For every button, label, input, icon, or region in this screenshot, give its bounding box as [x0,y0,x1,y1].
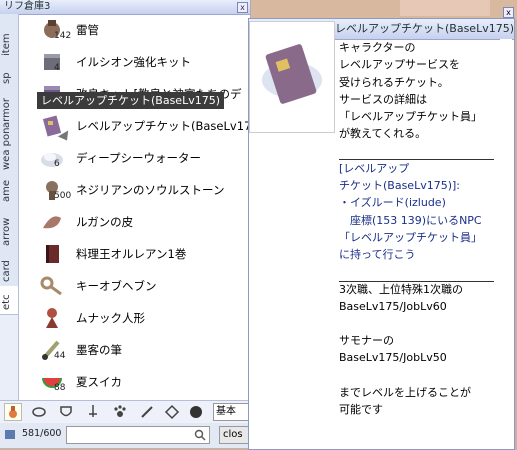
item-count: 581/600 [22,428,62,439]
item-image [249,21,335,133]
item-tooltip: レベルアップチケット(BaseLv175) [37,92,225,109]
description-scrollbar[interactable] [500,39,512,447]
ticket-image-icon [262,44,322,104]
tab-etc[interactable]: etc [0,286,18,315]
tab-arrow[interactable]: arrow [0,206,18,253]
storage-title: リフ倉庫3 [4,1,51,12]
doll-icon [46,308,58,328]
divider [339,281,494,282]
background-game-scene [250,0,517,20]
list-item[interactable]: キーオブヘブン [19,270,250,302]
description-title: レベルアップチケット(BaseLv175) [335,22,515,35]
paw-icon[interactable] [112,404,128,420]
list-item[interactable]: 料理王オルレアン1巻 [19,238,250,270]
list-item[interactable]: 44 墨客の筆 [19,334,250,366]
skin-icon [43,216,61,229]
tab-weapon[interactable]: wea pon [0,128,18,175]
storage-box-icon [5,430,15,439]
filter-select[interactable]: 基本 [213,403,253,421]
description-text: キャラクターの レベルアップサービスを 受けられるチケット。 サービスの詳細は … [339,41,482,417]
tab-armor[interactable]: armor [0,90,18,133]
list-item[interactable]: 6 ディープシーウォーター [19,142,250,174]
list-item[interactable]: ルガンの皮 [19,206,250,238]
storage-close-icon[interactable]: x [237,2,248,13]
list-item[interactable]: レベルアップチケット(BaseLv175) [19,110,263,142]
tab-card[interactable]: card [0,252,18,287]
book-icon [46,245,59,263]
search-input[interactable] [66,426,210,444]
list-item[interactable]: 88 夏スイカ [19,366,250,398]
tab-item[interactable]: item [0,14,18,63]
water-icon [41,153,63,167]
list-item[interactable]: 500 ネジリアンのソウルストーン [19,174,250,206]
item-description-window: レベルアップチケット(BaseLv175) x キャラクターの レベルアップサー… [248,7,515,450]
key-icon [40,276,62,296]
sword-icon[interactable] [85,404,101,420]
storage-tabs: item sp armor wea pon ame arrow card etc [0,14,19,400]
storage-titlebar[interactable]: リフ倉庫3 x [0,0,250,15]
shield-icon[interactable] [58,404,74,420]
ring-icon[interactable] [31,404,47,420]
tab-sp[interactable]: sp [0,62,18,91]
list-item[interactable]: 142 雷管 [19,14,250,46]
orb-icon[interactable] [188,404,204,420]
category-filter-bar: 基本 [0,400,253,423]
storage-footer: 581/600 clos [0,423,254,448]
description-close-icon[interactable]: x [503,7,514,18]
list-item[interactable]: ムナック人形 [19,302,250,334]
tab-ame[interactable]: ame [0,174,18,207]
divider [339,159,494,160]
storage-window: リフ倉庫3 x item sp armor wea pon ame arrow … [0,0,263,448]
list-item[interactable]: 4 イルシオン強化キット [19,46,250,78]
search-icon[interactable] [194,429,206,441]
potion-icon[interactable] [4,403,22,421]
item-list: 142 雷管 4 イルシオン強化キット 改良キット[教皇と神官たちのデ レベルア… [19,14,263,400]
kit-box-icon [44,54,60,70]
gem-icon[interactable] [164,404,180,420]
tool-icon[interactable] [139,404,155,420]
